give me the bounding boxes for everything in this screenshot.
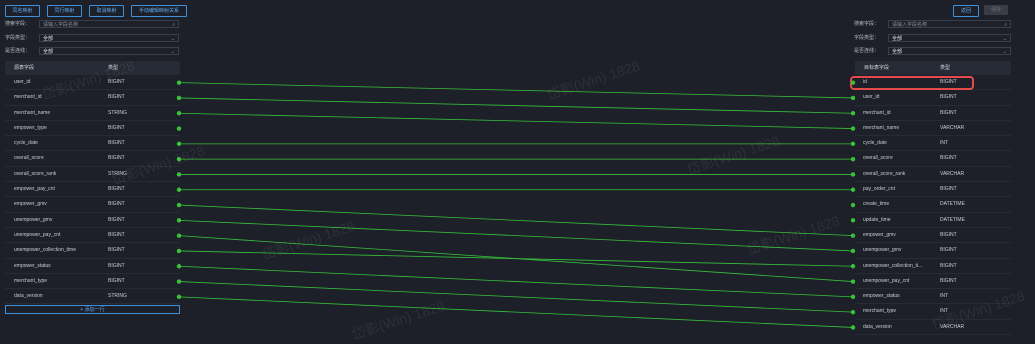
target-anchor-dot[interactable] xyxy=(850,294,856,300)
mapping-lines xyxy=(176,80,856,330)
target-anchor-dot[interactable] xyxy=(850,248,856,254)
target-anchor-dot[interactable] xyxy=(850,218,856,223)
target-anchor-dot[interactable] xyxy=(850,141,856,147)
source-anchor-dot[interactable] xyxy=(176,95,182,101)
mapping-line[interactable] xyxy=(178,112,854,129)
mapping-line[interactable] xyxy=(178,296,854,328)
target-anchor-dot[interactable] xyxy=(850,202,856,208)
source-anchor-dot[interactable] xyxy=(176,264,182,269)
mapping-line[interactable] xyxy=(178,219,854,252)
source-anchor-dot[interactable] xyxy=(176,80,182,85)
target-anchor-dot[interactable] xyxy=(850,111,856,116)
source-anchor-dot[interactable] xyxy=(176,218,182,223)
target-anchor-dot[interactable] xyxy=(850,187,856,192)
target-anchor-dot[interactable] xyxy=(850,325,856,330)
source-anchor-dot[interactable] xyxy=(176,279,182,284)
mapping-line[interactable] xyxy=(178,281,854,313)
source-anchor-dot[interactable] xyxy=(176,294,182,300)
target-anchor-dot[interactable] xyxy=(850,264,856,269)
mapping-line[interactable] xyxy=(178,204,854,237)
source-anchor-dot[interactable] xyxy=(176,187,182,192)
target-anchor-dot[interactable] xyxy=(850,279,856,284)
target-anchor-dot[interactable] xyxy=(850,309,856,315)
source-anchor-dot[interactable] xyxy=(176,172,182,177)
target-anchor-dot[interactable] xyxy=(850,156,856,162)
source-anchor-dot[interactable] xyxy=(176,233,182,238)
mapping-line[interactable] xyxy=(178,265,854,298)
source-anchor-dot[interactable] xyxy=(176,141,182,147)
source-anchor-dot[interactable] xyxy=(176,248,182,254)
target-anchor-dot[interactable] xyxy=(850,80,856,85)
target-anchor-dot[interactable] xyxy=(850,126,856,131)
source-anchor-dot[interactable] xyxy=(176,111,182,116)
source-anchor-dot[interactable] xyxy=(176,202,182,208)
source-anchor-dot[interactable] xyxy=(176,156,182,162)
target-anchor-dot[interactable] xyxy=(850,233,856,238)
mapping-line[interactable] xyxy=(178,97,854,114)
target-anchor-dot[interactable] xyxy=(850,95,856,101)
target-anchor-dot[interactable] xyxy=(850,172,856,177)
mapping-line[interactable] xyxy=(178,82,854,99)
source-anchor-dot[interactable] xyxy=(176,126,182,131)
mapping-line[interactable] xyxy=(178,250,854,267)
